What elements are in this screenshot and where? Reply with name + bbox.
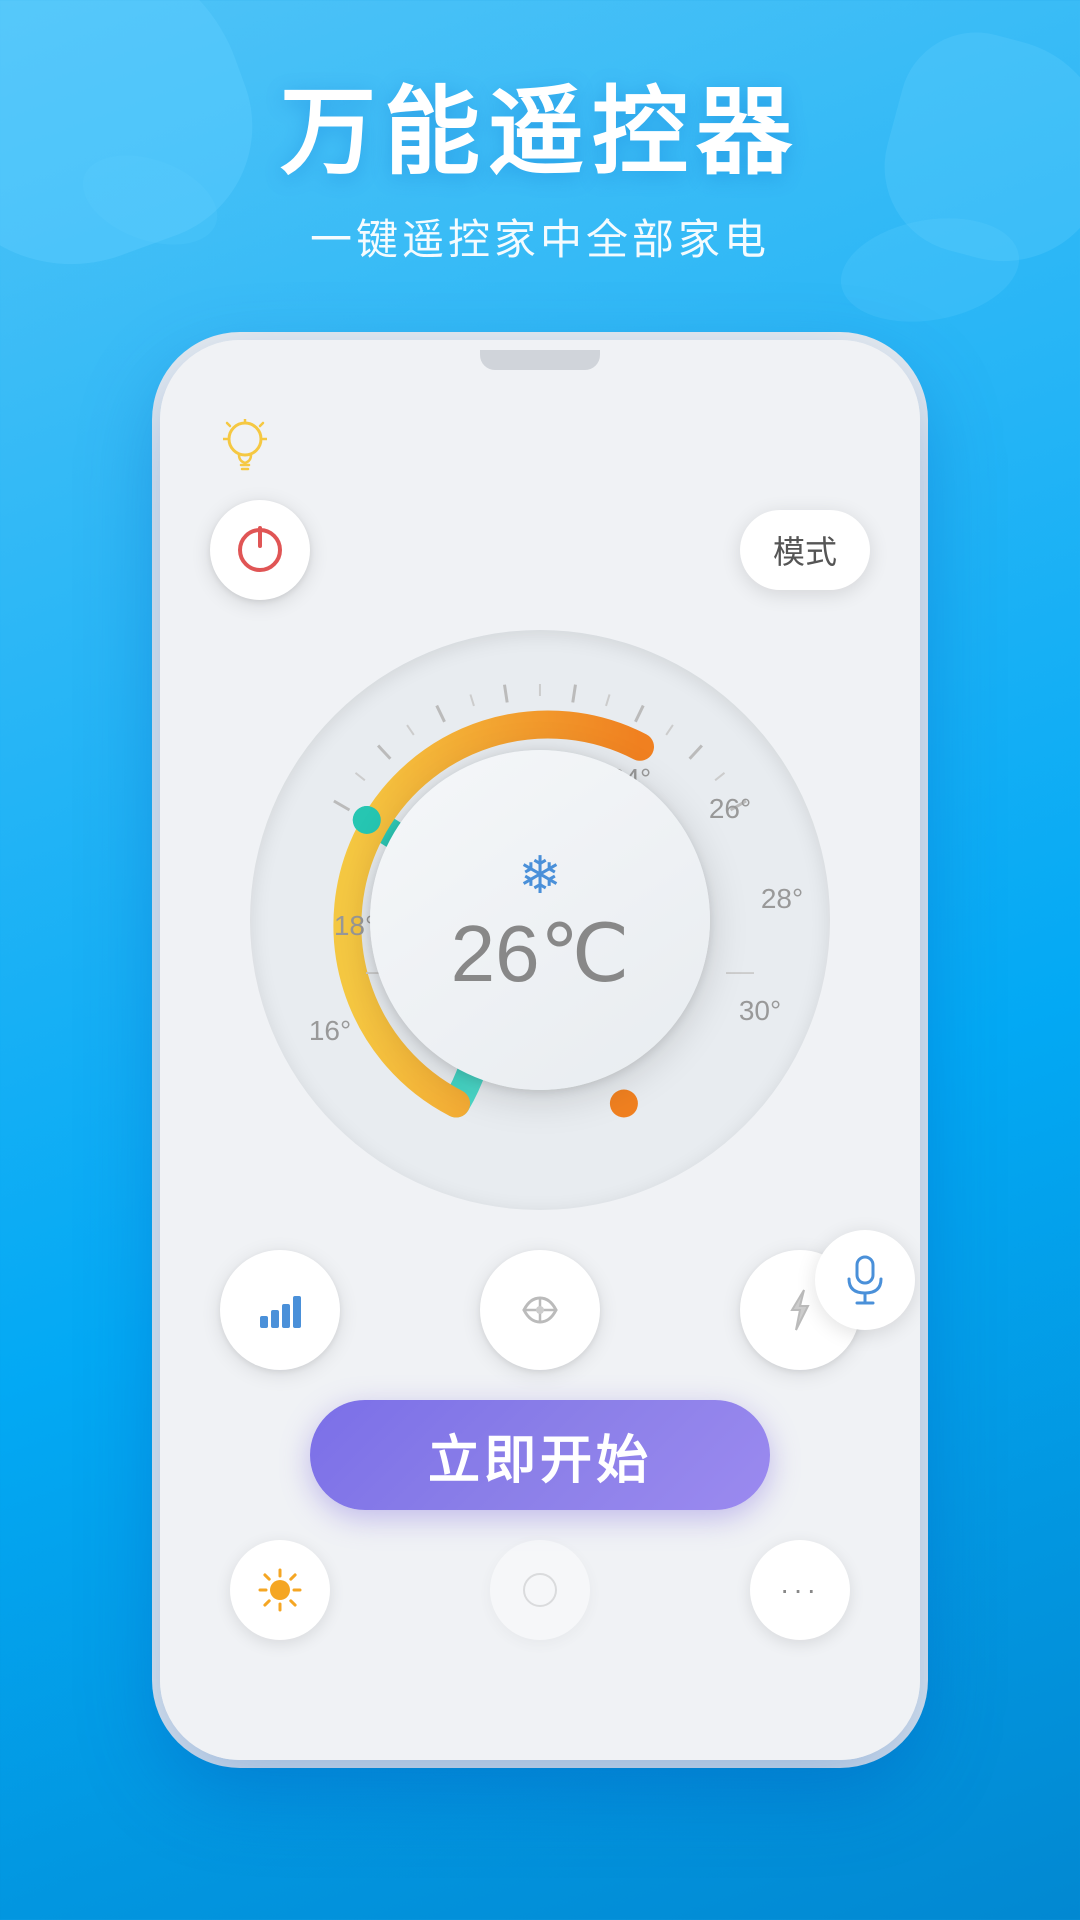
wind-speed-button[interactable] — [220, 1250, 340, 1370]
phone-top-bar — [160, 340, 920, 380]
phone-content: 模式 — [160, 380, 920, 1760]
bar-signal-icon — [260, 1292, 301, 1328]
electricity-button[interactable] — [740, 1250, 860, 1370]
placeholder-icon — [520, 1570, 560, 1610]
temp-26: 26° — [709, 793, 751, 824]
start-button[interactable]: 立即开始 — [310, 1400, 770, 1510]
bulb-icon[interactable] — [210, 410, 280, 480]
mic-icon — [845, 1255, 885, 1305]
mic-button[interactable] — [815, 1230, 915, 1330]
control-row: 模式 — [210, 500, 870, 600]
app-title: 万能遥控器 — [0, 80, 1080, 186]
sun-button[interactable] — [230, 1540, 330, 1640]
fan-icon — [516, 1288, 564, 1332]
bottom-icon-row: ··· — [210, 1540, 870, 1640]
temperature-display: ❄ 26℃ — [370, 750, 710, 1090]
temp-16: 16° — [309, 1015, 351, 1046]
more-button[interactable]: ··· — [750, 1540, 850, 1640]
temp-value: 26℃ — [451, 914, 630, 994]
power-icon — [238, 528, 282, 572]
start-button-label: 立即开始 — [428, 1418, 652, 1493]
lightning-icon — [782, 1288, 818, 1332]
phone-mockup: 模式 — [160, 340, 920, 1760]
snowflake-icon: ❄ — [518, 846, 562, 906]
thermostat-dial[interactable]: 16° 18° 20° 22° 24° 26° 28° 30° — — ❄ 26… — [250, 630, 830, 1210]
power-button[interactable] — [210, 500, 310, 600]
mode-button[interactable]: 模式 — [740, 510, 870, 590]
svg-text:—: — — [726, 955, 754, 986]
bottom-controls — [210, 1250, 870, 1370]
temp-30: 30° — [739, 995, 781, 1026]
mode-button-label: 模式 — [773, 527, 837, 573]
temp-28: 28° — [761, 883, 803, 914]
more-dots-icon: ··· — [780, 1574, 820, 1606]
top-icon-row — [210, 410, 870, 480]
sun-icon — [258, 1568, 302, 1612]
header: 万能遥控器 一键遥控家中全部家电 — [0, 0, 1080, 307]
phone-notch — [480, 350, 600, 370]
fan-direction-button[interactable] — [480, 1250, 600, 1370]
app-subtitle: 一键遥控家中全部家电 — [0, 206, 1080, 267]
placeholder-button[interactable] — [490, 1540, 590, 1640]
